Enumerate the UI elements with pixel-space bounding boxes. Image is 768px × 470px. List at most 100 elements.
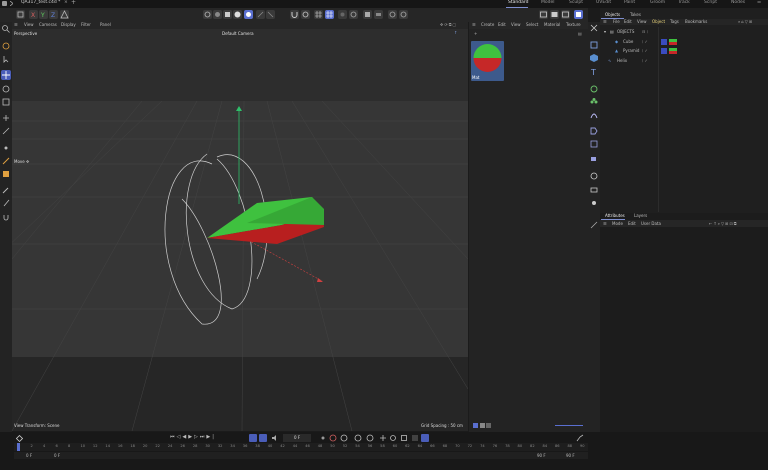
solo-hierarchy-icon[interactable] [349, 10, 358, 19]
viewport-menu-display[interactable]: Display [61, 23, 76, 27]
loop-b-icon[interactable] [259, 434, 267, 442]
objects-menu-file[interactable]: File [613, 20, 620, 24]
undo-icon[interactable] [16, 10, 25, 19]
interactive-render-icon[interactable] [244, 10, 253, 19]
layout-tab-standard[interactable]: Standard [508, 0, 528, 6]
move-tool-icon[interactable] [1, 70, 11, 80]
key-move-icon[interactable] [379, 434, 387, 442]
axis-tool-icon[interactable] [1, 126, 11, 136]
layout-tab-track[interactable]: Track [678, 0, 690, 6]
attributes-menu-edit[interactable]: Edit [628, 222, 636, 226]
key-scale-icon[interactable] [400, 434, 408, 442]
keyframe-icon[interactable] [15, 434, 24, 443]
grid-snap-icon[interactable] [325, 10, 334, 19]
extra-tool-icon[interactable] [589, 220, 599, 230]
viewport-menu-panel[interactable]: Panel [100, 23, 111, 27]
object-name-helix[interactable]: Helix [617, 59, 627, 63]
timeline-graph-icon[interactable] [576, 434, 584, 442]
material-menu-icon[interactable]: ☰ [472, 23, 476, 27]
pyramid-object[interactable] [207, 197, 324, 244]
light-icon[interactable] [589, 185, 599, 195]
key-dot-icon[interactable] [319, 434, 327, 442]
attributes-menu-icon[interactable]: ☰ [603, 222, 607, 226]
playback-controls-icon[interactable]: ⏮◁◀▶▷⏭▶| [170, 435, 216, 440]
thumb-grid-icon[interactable] [486, 423, 491, 428]
rotate-tool-icon[interactable] [1, 84, 11, 94]
snap-tool-icon[interactable] [1, 212, 11, 222]
primitive-cube-icon[interactable] [589, 53, 599, 63]
viewport-menu-view[interactable]: View [24, 23, 34, 27]
film-icon[interactable] [561, 10, 570, 19]
loop-icon[interactable] [249, 434, 257, 442]
start-frame[interactable]: 0 F [26, 454, 32, 458]
start-frame-preview[interactable]: 0 F [54, 454, 60, 458]
cloner-icon[interactable] [589, 97, 599, 107]
material-name[interactable]: Mat [472, 76, 479, 80]
tab-takes[interactable]: Takes [630, 13, 641, 17]
key-pos-icon[interactable] [366, 434, 374, 442]
render-queue-icon[interactable] [266, 10, 275, 19]
layout-tab-groom[interactable]: Groom [650, 0, 665, 6]
viewport-menu-icon[interactable]: ☰ [14, 23, 18, 27]
viewport-canvas[interactable] [12, 29, 468, 431]
scene-icon[interactable] [589, 171, 599, 181]
select-y-icon[interactable]: Y [39, 10, 48, 19]
cube-visibility-icon[interactable]: ⁝ ✓ [642, 40, 648, 44]
layout-tab-script[interactable]: Script [704, 0, 717, 6]
toggle-b-icon[interactable] [399, 10, 408, 19]
hierarchy-icon[interactable] [363, 10, 372, 19]
deformer-icon[interactable] [589, 110, 599, 120]
cube-tag-icon[interactable] [661, 39, 667, 45]
picture-viewer-icon[interactable] [550, 10, 559, 19]
layout-view-icon[interactable] [539, 10, 548, 19]
pyramid-material-tag-icon[interactable] [669, 48, 677, 54]
view-name-label[interactable]: Perspective [14, 32, 37, 36]
record-key-icon[interactable] [329, 434, 337, 442]
tag-icon[interactable] [589, 126, 599, 136]
coordinate-system-icon[interactable] [60, 10, 69, 19]
effector-icon[interactable] [589, 198, 599, 208]
material-menu-view[interactable]: View [511, 23, 521, 27]
camera-icon[interactable] [589, 154, 599, 164]
x-axis-arrow-icon[interactable] [317, 278, 323, 282]
thumb-size-slider[interactable] [555, 425, 583, 426]
objects-menu-tags[interactable]: Tags [670, 20, 679, 24]
autokey-icon[interactable] [213, 10, 222, 19]
select-x-icon[interactable]: X [29, 10, 38, 19]
objects-menu-icon[interactable]: ☰ [603, 20, 607, 24]
viewport-solo-icon[interactable] [338, 10, 347, 19]
add-material-icon[interactable]: + [474, 32, 477, 36]
points-mode-icon[interactable] [1, 143, 11, 153]
attributes-nav-icons[interactable]: ←↑⌕▽⊞⊡⧉ [709, 222, 738, 226]
object-name-cube[interactable]: Cube [623, 40, 633, 44]
end-frame-preview[interactable]: 90 F [537, 454, 546, 458]
key-select-icon[interactable] [354, 434, 362, 442]
layout-tab-uvedit[interactable]: UVEdit [596, 0, 611, 6]
transform-tool-icon[interactable] [1, 113, 11, 123]
key-pla-icon[interactable] [421, 434, 429, 442]
file-tab[interactable]: QA317_test.c4d * [21, 0, 60, 6]
menu-grid-icon[interactable] [2, 1, 7, 6]
end-frame[interactable]: 90 F [566, 454, 575, 458]
mouse-tools-icon[interactable] [1, 54, 11, 64]
edges-mode-icon[interactable] [1, 156, 11, 166]
toggle-a-icon[interactable] [388, 10, 397, 19]
viewport-nav-icons[interactable]: ✥⟳⧉▢ [440, 23, 457, 27]
helix-visibility-icon[interactable]: ⁝ ✓ [642, 59, 648, 63]
material-menu-texture[interactable]: Texture [566, 23, 581, 27]
objects-root-expander-icon[interactable]: ▾ [604, 30, 606, 34]
pyramid-tag-icon[interactable] [661, 48, 667, 54]
layout-tab-sculpt[interactable]: Sculpt [569, 0, 583, 6]
attributes-menu-user-data[interactable]: User Data [641, 222, 661, 226]
thumb-size-icon[interactable] [473, 423, 478, 428]
generator-icon[interactable] [589, 84, 599, 94]
tab-objects[interactable]: Objects [605, 13, 620, 17]
key-param-icon[interactable] [411, 434, 419, 442]
material-settings-icon[interactable]: ▤ [578, 32, 582, 36]
live-selection-icon[interactable] [1, 41, 11, 51]
thumb-list-icon[interactable] [480, 423, 485, 428]
objects-menu-view[interactable]: View [637, 20, 647, 24]
add-tab-icon[interactable]: + [71, 0, 76, 6]
scale-tool-icon[interactable] [1, 97, 11, 107]
attributes-menu-mode[interactable]: Mode [612, 222, 623, 226]
